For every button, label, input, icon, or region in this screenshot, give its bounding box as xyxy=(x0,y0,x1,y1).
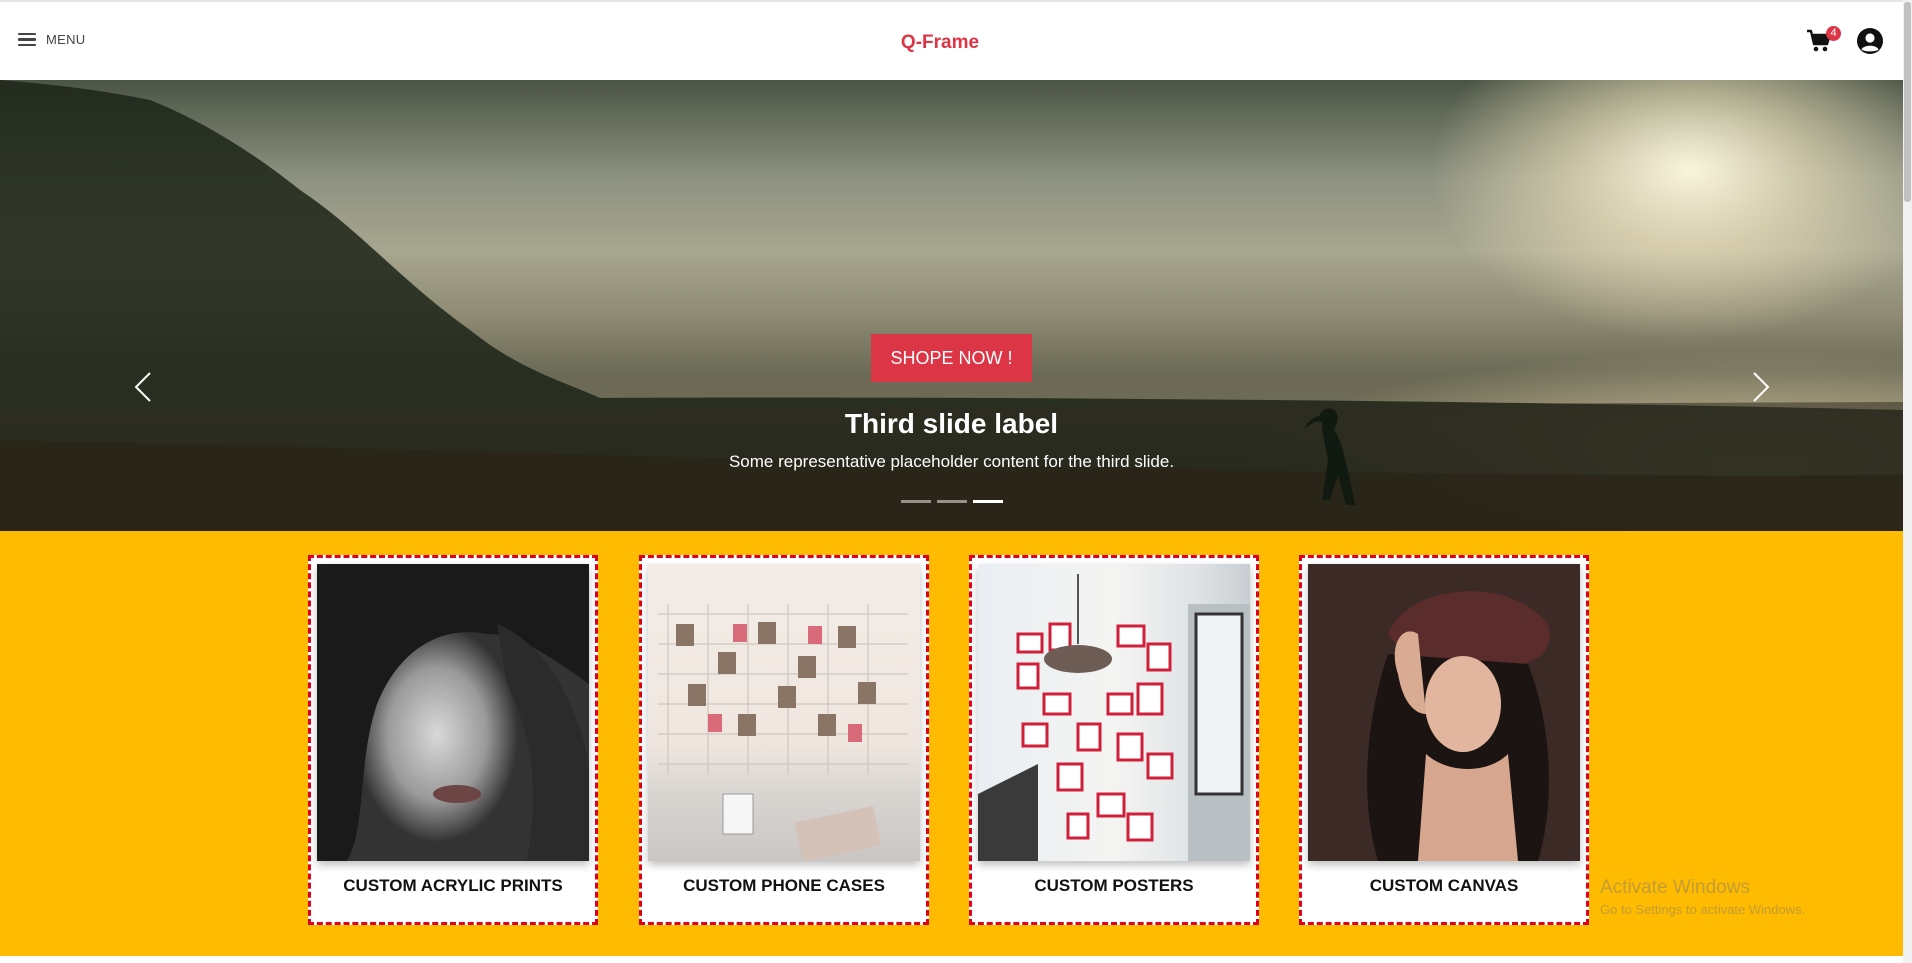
canvas-image xyxy=(1308,564,1580,861)
chevron-left-icon xyxy=(134,372,151,402)
category-card-acrylic-prints[interactable]: CUSTOM ACRYLIC PRINTS xyxy=(308,555,598,925)
acrylic-prints-image xyxy=(317,564,589,861)
carousel-prev-button[interactable] xyxy=(132,370,154,404)
brand-logo-text[interactable]: Q-Frame xyxy=(0,32,1880,54)
watermark-title: Activate Windows xyxy=(1600,877,1750,898)
carousel-next-button[interactable] xyxy=(1750,370,1772,404)
phone-cases-image xyxy=(648,564,920,861)
category-card-canvas[interactable]: CUSTOM CANVAS xyxy=(1299,555,1589,925)
cart-button[interactable]: 4 xyxy=(1806,26,1841,56)
category-label: CUSTOM CANVAS xyxy=(1369,876,1519,895)
category-label: CUSTOM POSTERS xyxy=(1034,876,1194,895)
shop-now-button[interactable]: SHOPE NOW ! xyxy=(871,334,1032,382)
scrollbar-thumb[interactable] xyxy=(1904,2,1911,202)
carousel-indicators xyxy=(901,500,1003,503)
posters-image xyxy=(978,564,1250,861)
category-card-posters[interactable]: CUSTOM POSTERS xyxy=(969,555,1259,925)
account-button[interactable] xyxy=(1856,27,1884,55)
slide-title: Third slide label xyxy=(844,408,1059,439)
category-card-phone-cases[interactable]: CUSTOM PHONE CASES xyxy=(639,555,929,925)
carousel-indicator[interactable] xyxy=(937,500,967,503)
page-scrollbar[interactable] xyxy=(1903,0,1912,963)
slide-caption: Some representative placeholder content … xyxy=(728,452,1175,471)
cart-count-badge: 4 xyxy=(1826,26,1841,41)
carousel-indicator-active[interactable] xyxy=(973,500,1003,503)
top-navbar: MENU Q-Frame 4 xyxy=(0,0,1903,80)
user-circle-icon xyxy=(1857,28,1883,54)
watermark-subtitle: Go to Settings to activate Windows. xyxy=(1600,902,1806,917)
carousel-indicator[interactable] xyxy=(901,500,931,503)
windows-activation-watermark: Activate Windows Go to Settings to activ… xyxy=(1600,877,1805,917)
category-label: CUSTOM ACRYLIC PRINTS xyxy=(343,876,563,895)
category-label: CUSTOM PHONE CASES xyxy=(683,876,885,895)
chevron-right-icon xyxy=(1753,372,1770,402)
